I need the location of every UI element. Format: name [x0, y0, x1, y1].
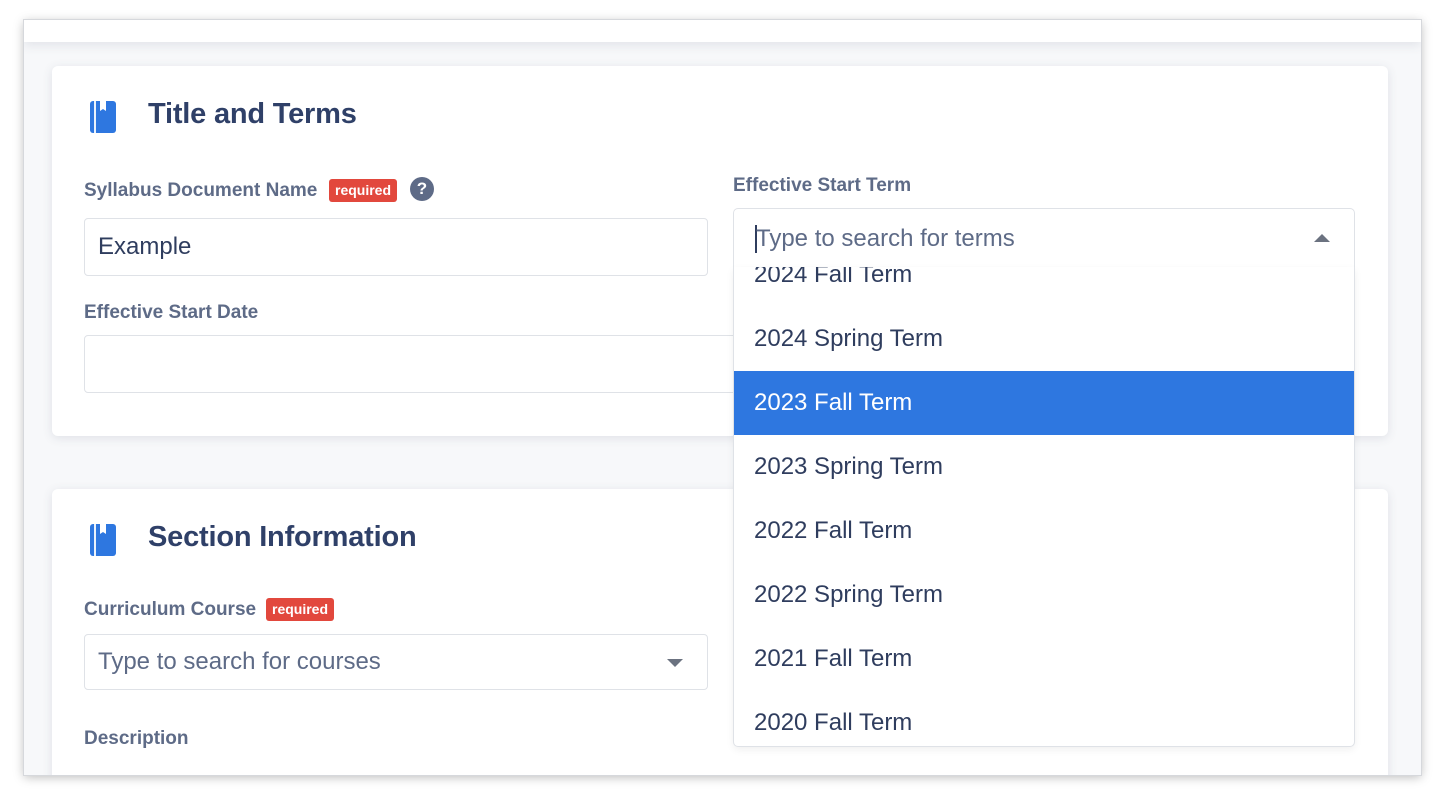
syllabus-document-name-input[interactable]: [84, 218, 708, 276]
question-circle-icon[interactable]: ?: [410, 177, 434, 201]
term-option[interactable]: 2023 Spring Term: [734, 435, 1354, 499]
term-option[interactable]: 2022 Spring Term: [734, 563, 1354, 627]
syllabus-document-name-label: Syllabus Document Name: [84, 180, 318, 201]
effective-start-term-placeholder: Type to search for terms: [756, 225, 1015, 252]
chevron-up-icon[interactable]: [1314, 234, 1330, 242]
effective-start-date-input[interactable]: [84, 335, 784, 393]
term-option[interactable]: 2020 Fall Term: [734, 691, 1354, 746]
top-header-strip: [24, 20, 1421, 42]
card-heading: Title and Terms: [148, 98, 357, 130]
term-option[interactable]: 2022 Fall Term: [734, 499, 1354, 563]
required-badge: required: [266, 598, 335, 621]
curriculum-course-placeholder: Type to search for courses: [98, 648, 381, 675]
book-icon: [90, 101, 116, 133]
chevron-down-icon[interactable]: [667, 659, 683, 667]
effective-start-date-label: Effective Start Date: [84, 302, 259, 323]
curriculum-course-select[interactable]: Type to search for courses: [84, 634, 708, 690]
term-option[interactable]: 2024 Fall Term: [734, 267, 1354, 307]
description-label: Description: [84, 728, 189, 749]
term-option[interactable]: 2023 Fall Term: [734, 371, 1354, 435]
term-options-dropdown: 2024 Fall Term 2024 Spring Term 2023 Fall …: [733, 267, 1355, 747]
term-options-list: 2024 Fall Term 2024 Spring Term 2023 Fall …: [734, 267, 1354, 746]
card-heading: Section Information: [148, 521, 417, 553]
term-option[interactable]: 2021 Fall Term: [734, 627, 1354, 691]
curriculum-course-label: Curriculum Course: [84, 599, 257, 620]
book-icon: [90, 524, 116, 556]
term-option[interactable]: 2024 Spring Term: [734, 307, 1354, 371]
effective-start-term-label: Effective Start Term: [733, 175, 912, 196]
required-badge: required: [329, 179, 398, 202]
effective-start-term-select[interactable]: Type to search for terms: [733, 208, 1355, 268]
app-window: Title and Terms Syllabus Document Name r…: [24, 20, 1421, 775]
